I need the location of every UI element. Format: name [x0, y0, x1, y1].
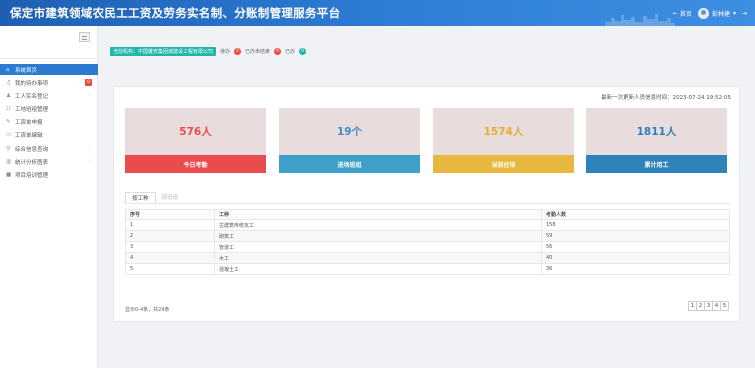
stat-value: 19个 — [279, 108, 420, 155]
sidebar-item-label: 综合信息查询 — [15, 146, 49, 153]
current-org-label[interactable]: 当前机构：中国雄安集团城建设工程有限公司 — [110, 46, 217, 56]
sidebar-item-label: 统计分析图表 — [15, 159, 49, 166]
table-row: 4 木工 40 — [125, 252, 730, 264]
stat-value: 1574人 — [433, 108, 574, 155]
bell-icon: ♫ — [6, 79, 11, 86]
todo-count-badge: 0 — [85, 79, 92, 87]
table-row: 1 古建筑传统瓦工 158 — [125, 219, 730, 231]
sidebar-item[interactable]: ♫ 我的待办事项 0 — [0, 77, 98, 88]
edit-icon: ✎ — [6, 119, 11, 126]
sidebar-item[interactable]: ⚲ 综合信息查询 › — [0, 143, 98, 154]
stat-label: 累计用工 — [586, 155, 727, 173]
stat-card-onsite[interactable]: 1574人 当前在场 — [433, 108, 574, 173]
sidebar-item-label: 工地班组管理 — [15, 107, 49, 114]
table-row: 3 管道工 56 — [125, 241, 730, 253]
pagination: 12345 — [688, 301, 729, 311]
chevron-down-icon: ▾ — [732, 10, 736, 17]
sidebar-item-label: 我的待办事项 — [15, 80, 49, 87]
row-no: 2 — [125, 230, 215, 242]
platform-title: 保定市建筑领域农民工工资及劳务实名制、分账制管理服务平台 — [10, 6, 341, 20]
chevron-right-icon: › — [89, 145, 91, 152]
table-row: 5 混凝土工 36 — [125, 263, 730, 275]
video-icon: ■ — [6, 172, 12, 178]
top-header: 保定市建筑领域农民工工资及劳务实名制、分账制管理服务平台 ← 首页 彭林建 ▾ … — [0, 0, 755, 26]
back-arrow-icon: ← — [672, 10, 678, 17]
column-header-count: 考勤人数 — [541, 209, 730, 220]
card-icon: ▭ — [6, 132, 12, 139]
sidebar-item[interactable]: ■ 项目培训管理 — [0, 170, 98, 181]
column-header-no: 序号 — [125, 209, 215, 220]
row-count: 36 — [541, 263, 730, 275]
sidebar-item[interactable]: ⌂ 系统首页 — [0, 64, 98, 75]
table-header-row: 序号 工种 考勤人数 — [125, 209, 730, 220]
attendance-table: 序号 工种 考勤人数 1 古建筑传统瓦工 158 2 砌筑工 59 3 管道工 … — [125, 209, 730, 275]
org-status-bar: 当前机构：中国雄安集团城建设工程有限公司 待办 0 已办未结束 0 已办 0 — [110, 46, 307, 56]
chevron-right-icon: › — [89, 158, 91, 165]
row-no: 1 — [125, 219, 215, 231]
row-trade: 管道工 — [214, 241, 542, 253]
in-progress-label: 已办未结束 — [245, 48, 271, 55]
row-trade: 砌筑工 — [214, 230, 542, 242]
in-progress-count-badge[interactable]: 0 — [274, 47, 282, 55]
stat-label: 进场班组 — [279, 155, 420, 173]
sidebar-item[interactable]: ☷ 工地班组管理 — [0, 104, 98, 115]
stat-label: 今日考勤 — [125, 155, 266, 173]
stat-value: 576人 — [125, 108, 266, 155]
page-button[interactable]: 5 — [720, 301, 729, 311]
avatar — [697, 8, 709, 19]
sidebar-item-label: 工资单申报 — [15, 120, 43, 127]
sidebar-item[interactable]: ▥ 统计分析图表 › — [0, 156, 98, 167]
dashboard-panel: 最新一次更新人员信息时间：2023-07-24 19:52:05 576人 今日… — [113, 86, 740, 322]
row-no: 3 — [125, 241, 215, 253]
sidebar-item-label: 系统首页 — [15, 67, 38, 74]
row-trade: 混凝土工 — [214, 263, 542, 275]
row-trade: 古建筑传统瓦工 — [214, 219, 542, 231]
user-name: 彭林建 — [711, 11, 730, 18]
chart-icon: ▥ — [6, 158, 12, 165]
sidebar-menu: ⌂ 系统首页 ♫ 我的待办事项 0 ♟ 工人实名登记 › ☷ 工地班组管理 ✎ 工资单申报 ▭ 工资单编辑… — [0, 64, 98, 183]
table-row: 2 砌筑工 59 — [125, 230, 730, 242]
home-icon: ⌂ — [6, 66, 10, 73]
home-label: 首页 — [679, 11, 692, 18]
row-count: 40 — [541, 252, 730, 264]
pagination-summary: 显示0-4条，共24条 — [125, 307, 170, 313]
row-no: 5 — [125, 263, 215, 275]
stat-card-total[interactable]: 1811人 累计用工 — [586, 108, 727, 173]
last-update-time: 最新一次更新人员信息时间：2023-07-24 19:52:05 — [601, 95, 731, 101]
chevron-right-icon: › — [89, 92, 91, 99]
done-count-badge[interactable]: 0 — [299, 47, 307, 55]
sidebar-item[interactable]: ✎ 工资单申报 — [0, 117, 98, 128]
sidebar-item-label: 工人实名登记 — [15, 93, 49, 100]
stat-label: 当前在场 — [433, 155, 574, 173]
pending-count-badge[interactable]: 0 — [234, 47, 242, 55]
sidebar-toggle-button[interactable] — [79, 32, 90, 42]
row-count: 56 — [541, 241, 730, 253]
row-count: 158 — [541, 219, 730, 231]
sidebar: ⌂ 系统首页 ♫ 我的待办事项 0 ♟ 工人实名登记 › ☷ 工地班组管理 ✎ 工资单申报 ▭ 工资单编辑… — [0, 26, 98, 368]
user-menu[interactable]: 彭林建 ▾ — [697, 8, 736, 19]
stat-card-attendance[interactable]: 576人 今日考勤 — [125, 108, 266, 173]
team-icon: ☷ — [6, 106, 11, 113]
user-icon: ♟ — [6, 92, 11, 99]
row-no: 4 — [125, 252, 215, 264]
column-header-trade: 工种 — [214, 209, 542, 220]
row-count: 59 — [541, 230, 730, 242]
sidebar-item-label: 项目培训管理 — [15, 173, 49, 179]
search-icon: ⚲ — [6, 145, 11, 152]
sidebar-item[interactable]: ♟ 工人实名登记 › — [0, 90, 98, 101]
home-link[interactable]: ← 首页 — [673, 9, 692, 18]
stat-value: 1811人 — [586, 108, 727, 155]
pending-label: 待办 — [220, 48, 231, 55]
stat-card-teams[interactable]: 19个 进场班组 — [279, 108, 420, 173]
sidebar-divider — [0, 58, 98, 59]
done-label: 已办 — [285, 48, 296, 55]
city-skyline-decoration — [605, 14, 675, 26]
tab-divider — [125, 203, 730, 204]
row-trade: 木工 — [214, 252, 542, 264]
sidebar-item-label: 工资单编辑 — [15, 133, 43, 140]
logout-icon[interactable]: ⇥ — [742, 10, 747, 17]
sidebar-item[interactable]: ▭ 工资单编辑 — [0, 130, 98, 141]
